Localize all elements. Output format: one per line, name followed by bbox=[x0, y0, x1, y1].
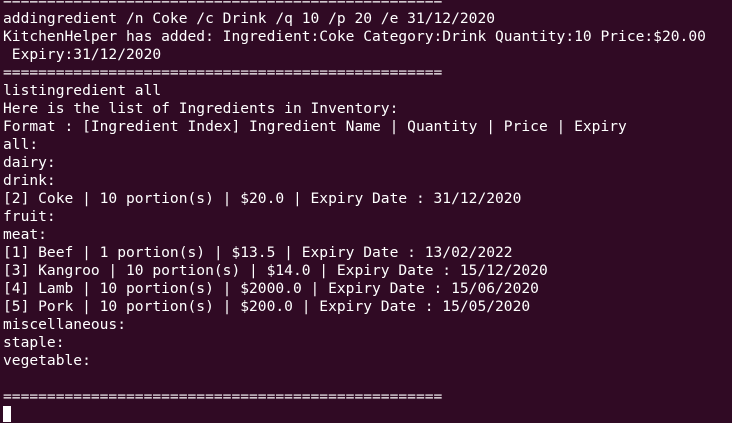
category-heading: miscellaneous: bbox=[3, 316, 127, 333]
category-heading: dairy: bbox=[3, 154, 56, 171]
ingredient-row: [2] Coke | 10 portion(s) | $20.0 | Expir… bbox=[3, 190, 522, 207]
divider-line: ========================================… bbox=[3, 0, 443, 9]
output-line: Format : [Ingredient Index] Ingredient N… bbox=[3, 118, 627, 135]
output-line: Here is the list of Ingredients in Inven… bbox=[3, 100, 399, 117]
ingredient-row: [3] Kangroo | 10 portion(s) | $14.0 | Ex… bbox=[3, 262, 548, 279]
input-prompt[interactable] bbox=[3, 405, 11, 423]
category-heading: vegetable: bbox=[3, 352, 91, 369]
output-line: KitchenHelper has added: Ingredient:Coke… bbox=[3, 28, 706, 45]
category-heading: all: bbox=[3, 136, 39, 153]
category-heading: drink: bbox=[3, 172, 56, 189]
command-line: addingredient /n Coke /c Drink /q 10 /p … bbox=[3, 10, 496, 27]
output-line: Expiry:31/12/2020 bbox=[3, 46, 162, 63]
terminal-window[interactable]: ========================================… bbox=[0, 0, 732, 423]
ingredient-row: [1] Beef | 1 portion(s) | $13.5 | Expiry… bbox=[3, 244, 513, 261]
text-cursor bbox=[3, 406, 11, 422]
ingredient-row: [4] Lamb | 10 portion(s) | $2000.0 | Exp… bbox=[3, 280, 539, 297]
divider-line: ========================================… bbox=[3, 64, 443, 81]
divider-line: ========================================… bbox=[3, 388, 443, 405]
category-heading: fruit: bbox=[3, 208, 56, 225]
terminal-output: ========================================… bbox=[3, 0, 732, 406]
category-heading: meat: bbox=[3, 226, 47, 243]
category-heading: staple: bbox=[3, 334, 65, 351]
ingredient-row: [5] Pork | 10 portion(s) | $200.0 | Expi… bbox=[3, 298, 531, 315]
command-line: listingredient all bbox=[3, 82, 162, 99]
